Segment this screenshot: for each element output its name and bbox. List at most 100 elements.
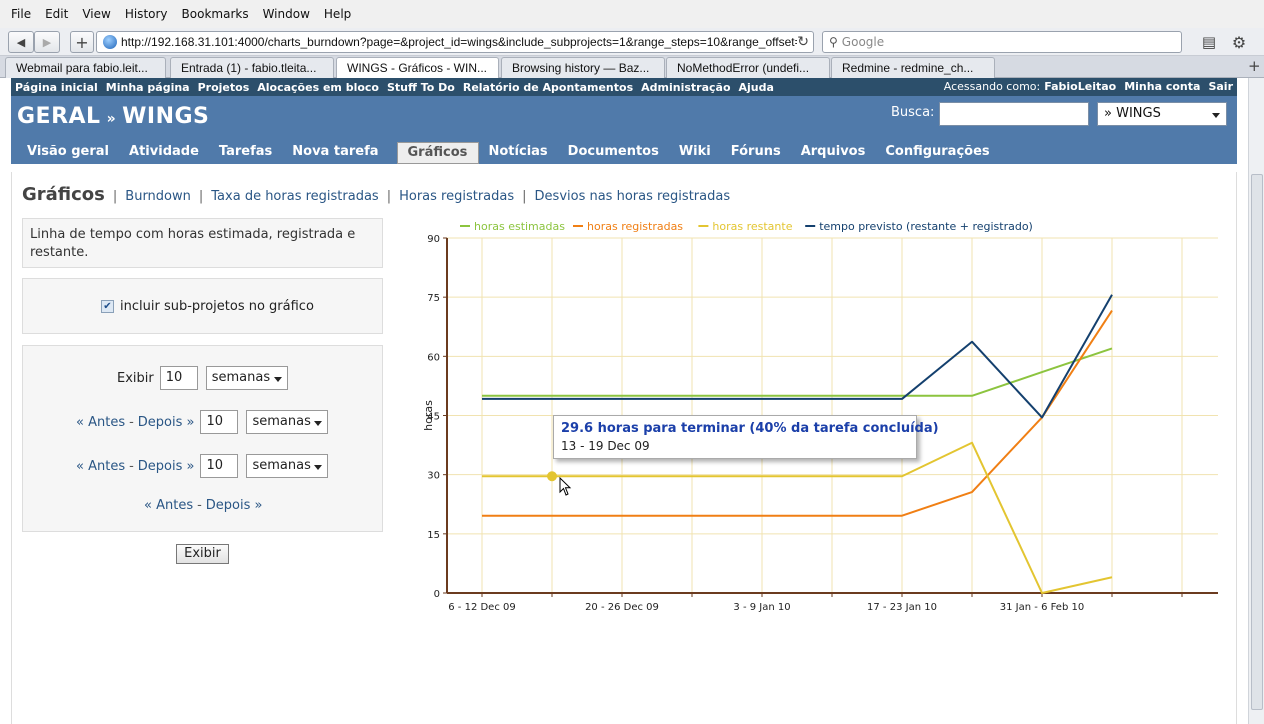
tab-nomethoderror[interactable]: NoMethodError (undefi... [666, 57, 830, 78]
menu-window[interactable]: Window [256, 7, 317, 21]
project-jump-select[interactable]: » WINGS [1097, 102, 1227, 126]
description-box: Linha de tempo com horas estimada, regis… [22, 218, 383, 268]
vertical-scrollbar[interactable] [1248, 78, 1264, 724]
mouse-cursor-icon [559, 477, 572, 496]
forward-arrow-icon: ▶ [42, 35, 52, 49]
top-menu-help[interactable]: Ajuda [735, 81, 778, 94]
deviation-link[interactable]: Desvios nas horas registradas [535, 189, 731, 204]
subprojects-checkbox[interactable]: ✔ [101, 300, 114, 313]
dash: - [129, 458, 134, 474]
top-menu-my-page[interactable]: Minha página [102, 81, 194, 94]
tab-browsing-history[interactable]: Browsing history — Baz... [501, 57, 665, 78]
subprojects-option: ✔ incluir sub-projetos no gráfico [101, 299, 314, 314]
top-menu-stuff-to-do[interactable]: Stuff To Do [383, 81, 459, 94]
user-link[interactable]: FabioLeitao [1044, 80, 1116, 93]
top-menu-home[interactable]: Página inicial [11, 81, 102, 94]
dash: - [197, 498, 202, 513]
chevron-down-icon [314, 421, 323, 426]
range-steps-value: 10 [165, 370, 183, 385]
new-tab-plus-icon[interactable]: + [1248, 57, 1261, 75]
tab-news[interactable]: Notícias [479, 142, 558, 164]
top-menu-time-report[interactable]: Relatório de Apontamentos [459, 81, 637, 94]
separator: | [198, 189, 204, 204]
range-steps-input[interactable]: 10 [159, 366, 198, 390]
address-bar[interactable]: http://192.168.31.101:4000/charts_burndo… [96, 31, 814, 53]
my-account-link[interactable]: Minha conta [1124, 80, 1200, 93]
menu-file[interactable]: File [4, 7, 38, 21]
page-title: Gráficos [22, 184, 105, 205]
offset-unit-select-2[interactable]: semanas [246, 454, 329, 478]
search-icon: ⚲ [829, 35, 838, 49]
tab-overview[interactable]: Visão geral [17, 142, 119, 164]
range-unit-select[interactable]: semanas [205, 366, 288, 390]
tab-documents[interactable]: Documentos [558, 142, 669, 164]
prev-link[interactable]: « Antes [76, 415, 125, 430]
next-link[interactable]: Depois » [138, 415, 195, 430]
chevron-down-icon [273, 377, 282, 382]
offset-input-1[interactable]: 10 [200, 410, 239, 434]
tab-charts[interactable]: Gráficos [396, 142, 479, 164]
offset-value-2: 10 [206, 458, 224, 473]
tab-entrada[interactable]: Entrada (1) - fabio.tleita... [170, 57, 334, 78]
menu-view[interactable]: View [75, 7, 117, 21]
tab-forums[interactable]: Fóruns [721, 142, 791, 164]
main-menu: Visão geral Atividade Tarefas Nova taref… [17, 142, 1000, 164]
quick-search-input[interactable] [939, 102, 1089, 126]
offset-input-2[interactable]: 10 [200, 454, 239, 478]
top-menu-administration[interactable]: Administração [637, 81, 734, 94]
tab-activity[interactable]: Atividade [119, 142, 209, 164]
content-area: Gráficos | Burndown | Taxa de horas regi… [11, 172, 1237, 724]
submit-button[interactable]: Exibir [176, 544, 229, 564]
search-placeholder: Google [841, 35, 885, 49]
top-menu-projects[interactable]: Projetos [194, 81, 254, 94]
top-menu-block-allocations[interactable]: Alocações em bloco [253, 81, 383, 94]
project-header: GERAL » WINGS Busca: » WINGS Visão geral A… [11, 96, 1237, 164]
tab-settings[interactable]: Configurações [875, 142, 999, 164]
logout-link[interactable]: Sair [1208, 80, 1233, 93]
search-input[interactable]: ⚲ Google [822, 31, 1182, 53]
tab-new-issue[interactable]: Nova tarefa [282, 142, 388, 164]
hours-rate-link[interactable]: Taxa de horas registradas [211, 189, 378, 204]
page-icon: ▤ [1201, 33, 1217, 51]
browser-toolbar: ◀ ▶ + http://192.168.31.101:4000/charts_… [0, 28, 1264, 56]
new-tab-button[interactable]: + [70, 31, 94, 53]
tab-bar: Webmail para fabio.leit... Entrada (1) -… [0, 56, 1264, 78]
settings-button[interactable]: ⚙ [1226, 31, 1252, 53]
separator: | [112, 189, 118, 204]
prev-link[interactable]: « Antes [144, 498, 193, 513]
project-name: WINGS [122, 104, 210, 129]
tab-files[interactable]: Arquivos [791, 142, 876, 164]
tab-redmine[interactable]: Redmine - redmine_ch... [831, 57, 995, 78]
dash: - [129, 414, 134, 430]
scrollbar-thumb[interactable] [1251, 174, 1263, 710]
tab-wiki[interactable]: Wiki [669, 142, 721, 164]
prev-link[interactable]: « Antes [76, 459, 125, 474]
menu-edit[interactable]: Edit [38, 7, 75, 21]
parent-project-link[interactable]: GERAL [17, 104, 101, 129]
separator: | [386, 189, 392, 204]
menu-help[interactable]: Help [317, 7, 358, 21]
reload-icon[interactable]: ↻ [797, 34, 809, 50]
tab-webmail[interactable]: Webmail para fabio.leit... [5, 57, 166, 78]
tab-issues[interactable]: Tarefas [209, 142, 282, 164]
separator: | [522, 189, 527, 204]
menu-bookmarks[interactable]: Bookmarks [175, 7, 256, 21]
burndown-link[interactable]: Burndown [125, 189, 191, 204]
next-link[interactable]: Depois » [206, 498, 263, 513]
chevron-down-icon [314, 465, 323, 470]
offset-row-2: « Antes - Depois » 10 semanas [76, 454, 329, 478]
tab-wings-graficos[interactable]: WINGS - Gráficos - WIN... [336, 57, 499, 78]
content-title-row: Gráficos | Burndown | Taxa de horas regi… [22, 184, 730, 205]
logged-hours-link[interactable]: Horas registradas [399, 189, 514, 204]
next-link[interactable]: Depois » [138, 459, 195, 474]
subprojects-label: incluir sub-projetos no gráfico [120, 299, 314, 314]
legend-label: horas registradas [587, 220, 683, 233]
back-button[interactable]: ◀ [8, 31, 34, 53]
page-menu-button[interactable]: ▤ [1196, 31, 1222, 53]
project-jump-value: » WINGS [1104, 106, 1161, 121]
account-area: Acessando como: FabioLeitao Minha conta … [936, 80, 1233, 93]
x-tick-label: 31 Jan - 6 Feb 10 [1000, 602, 1084, 613]
offset-unit-select-1[interactable]: semanas [246, 410, 329, 434]
forward-button[interactable]: ▶ [34, 31, 60, 53]
menu-history[interactable]: History [118, 7, 175, 21]
